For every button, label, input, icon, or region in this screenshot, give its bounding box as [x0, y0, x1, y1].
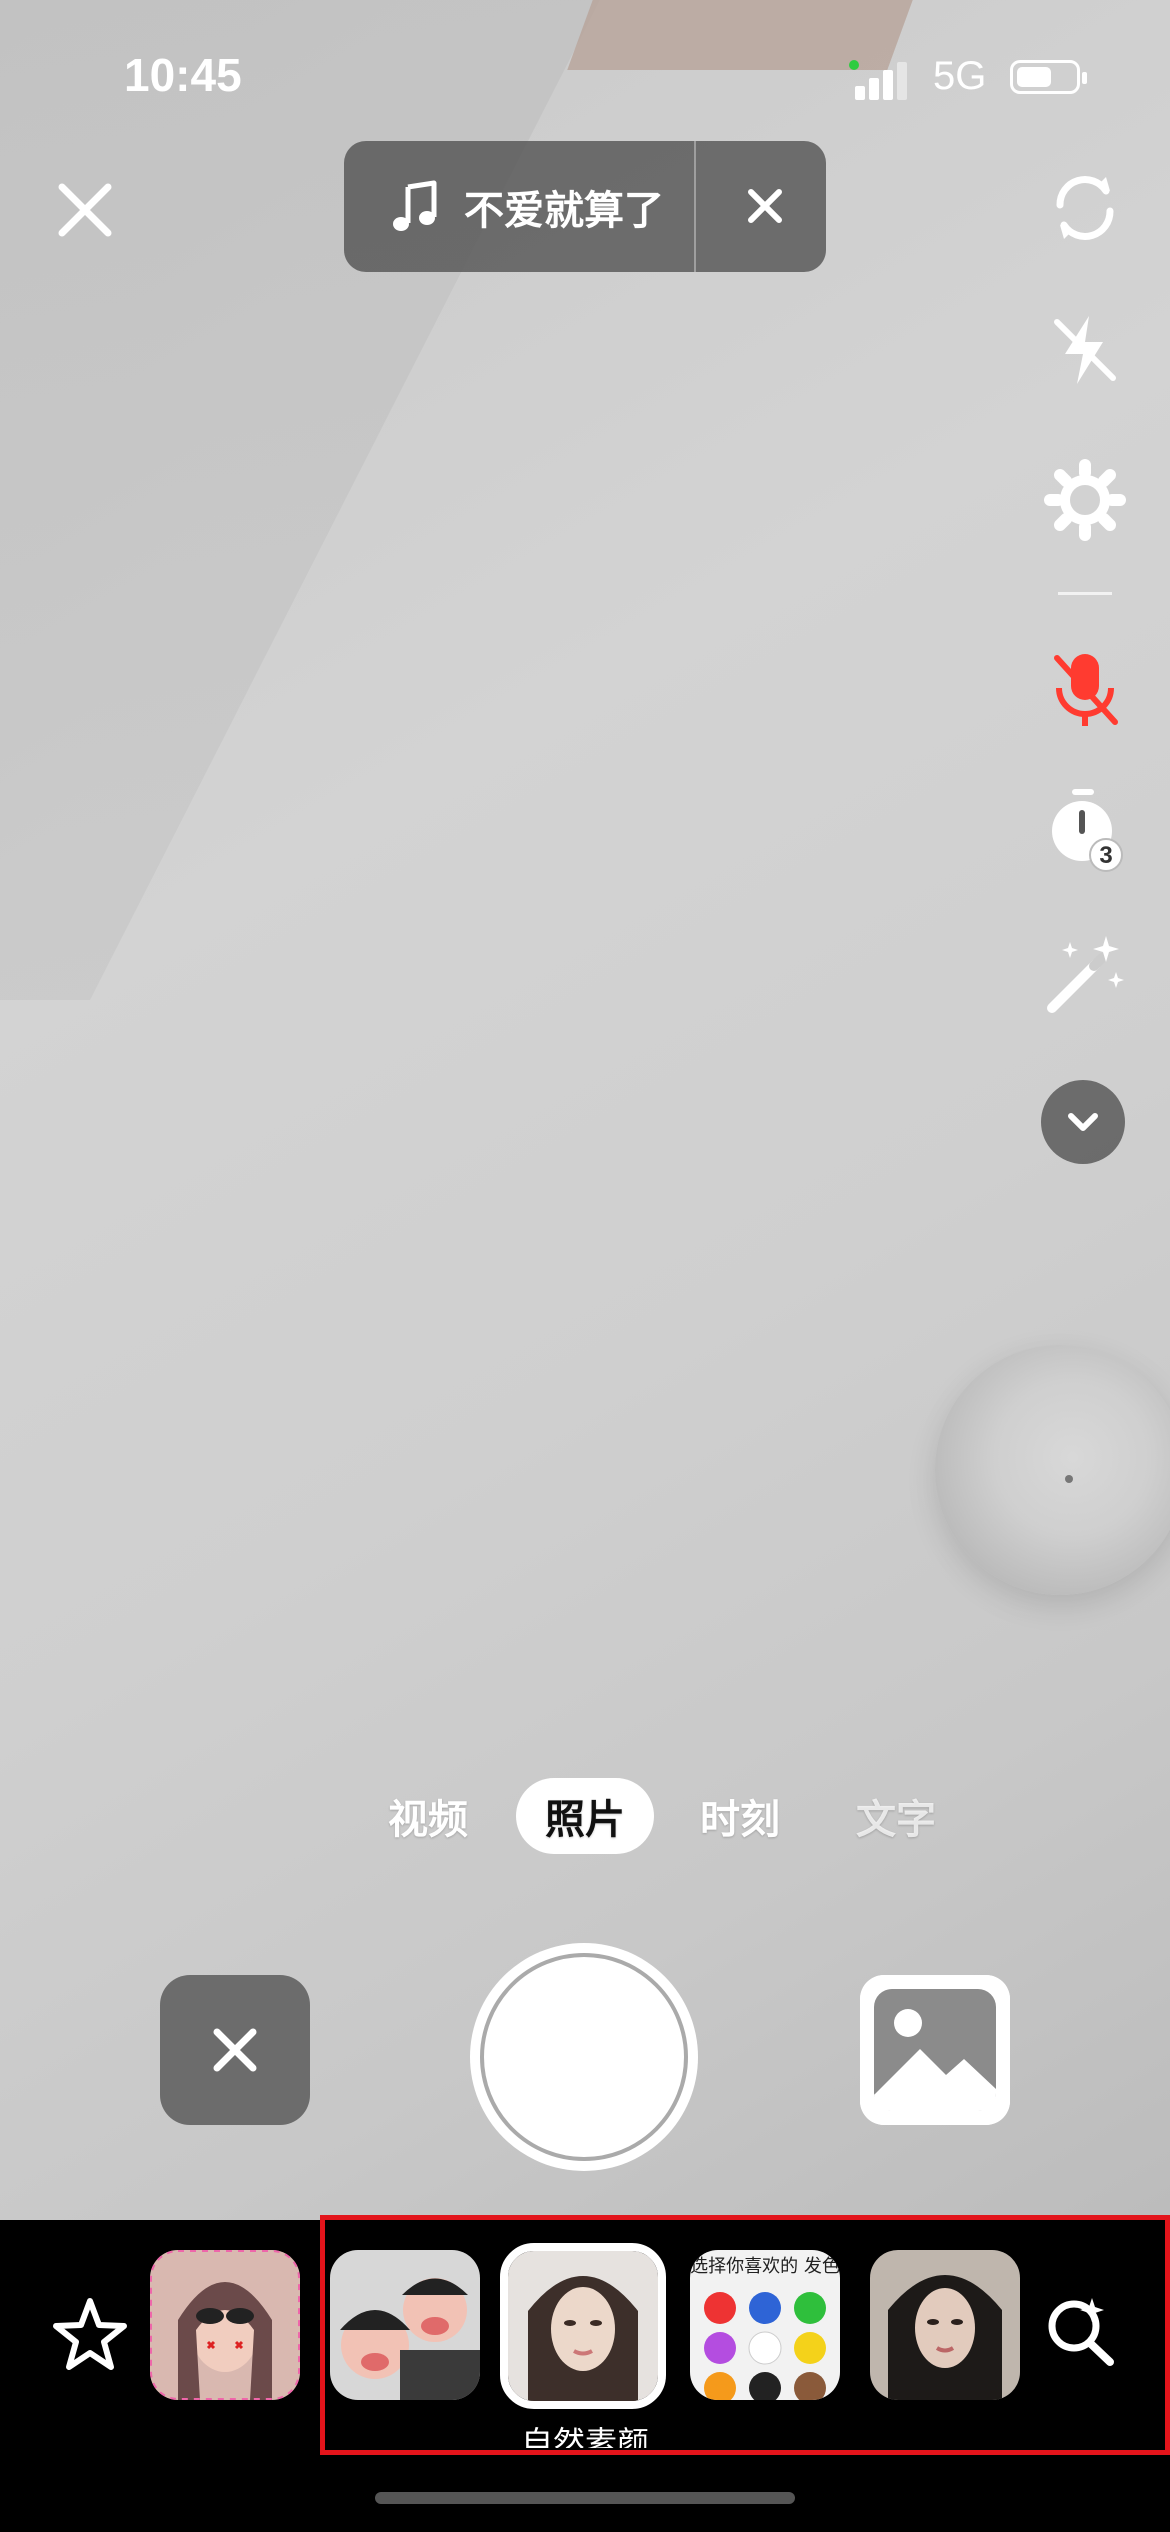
camera-preview — [0, 0, 1170, 2220]
network-type: 5G — [933, 54, 987, 98]
mode-video-tab[interactable]: 视频 — [372, 1778, 484, 1854]
toolbar-separator — [1058, 592, 1112, 595]
close-icon — [213, 2028, 257, 2072]
mode-text-tab[interactable]: 文字 — [840, 1778, 952, 1854]
signal-icon — [855, 60, 915, 100]
timer-icon[interactable]: 3 — [1040, 785, 1130, 875]
image-icon — [860, 1975, 1010, 2125]
gear-icon[interactable] — [1040, 455, 1130, 545]
music-title: 不爱就算了 — [464, 188, 664, 233]
discard-button[interactable] — [160, 1975, 310, 2125]
shutter-button[interactable] — [470, 1943, 698, 2171]
mode-moment-tab[interactable]: 时刻 — [684, 1778, 796, 1854]
flash-off-icon[interactable] — [1040, 305, 1130, 395]
flip-camera-icon[interactable] — [1040, 163, 1130, 253]
mode-selector: 视频 照片 时刻 文字 — [0, 1778, 1170, 1858]
selection-highlight-box — [320, 2215, 1170, 2455]
gallery-button[interactable] — [860, 1975, 1010, 2125]
filter-thumb-cartoon-girl[interactable] — [150, 2250, 300, 2400]
timer-value: 3 — [1099, 842, 1112, 869]
music-note-icon — [386, 177, 446, 237]
home-indicator[interactable] — [375, 2492, 795, 2504]
star-icon[interactable] — [50, 2295, 130, 2375]
chevron-down-icon[interactable] — [1041, 1080, 1125, 1164]
magic-wand-icon[interactable] — [1040, 928, 1130, 1018]
mic-off-icon[interactable] — [1040, 645, 1130, 735]
close-icon[interactable] — [50, 175, 120, 245]
ceiling-light — [935, 1345, 1170, 1595]
music-selector[interactable]: 不爱就算了 — [344, 141, 826, 272]
status-bar: 10:45 5G — [0, 40, 1170, 120]
battery-icon — [1010, 60, 1087, 94]
mode-photo-tab[interactable]: 照片 — [516, 1778, 654, 1854]
status-time: 10:45 — [124, 49, 242, 101]
divider — [694, 141, 696, 272]
remove-music-close-icon[interactable] — [734, 175, 796, 237]
